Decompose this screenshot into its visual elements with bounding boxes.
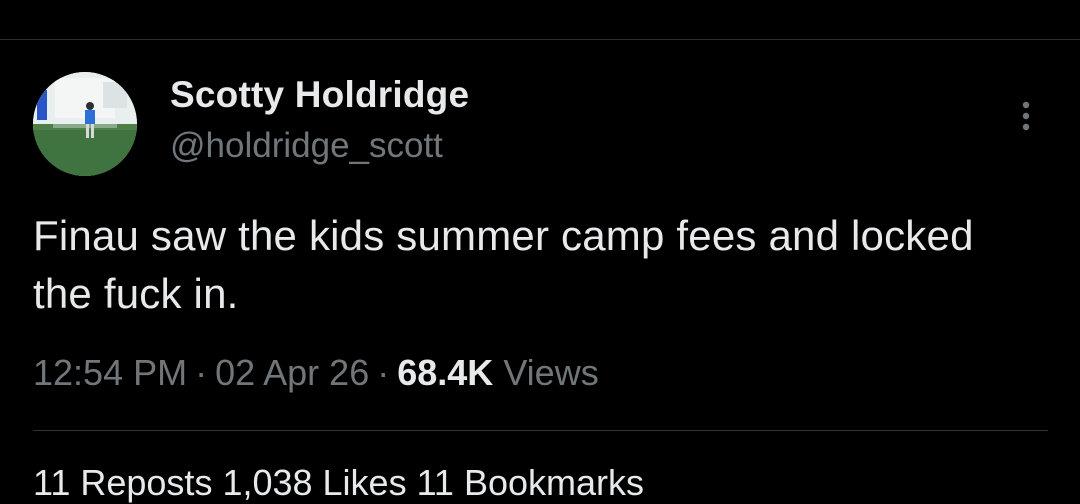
- tweet-meta: 12:54 PM · 02 Apr 26 · 68.4K Views: [33, 352, 599, 394]
- author-display-name[interactable]: Scotty Holdridge: [170, 74, 469, 116]
- top-divider: [0, 39, 1080, 40]
- avatar-photo: [33, 72, 137, 176]
- tweet-time[interactable]: 12:54 PM: [33, 352, 187, 393]
- avatar[interactable]: [33, 72, 137, 176]
- more-vertical-icon: [1022, 101, 1030, 131]
- views-count: 68.4K: [397, 352, 494, 393]
- meta-separator: ·: [377, 352, 390, 393]
- tweet-text: Finau saw the kids summer camp fees and …: [33, 212, 974, 317]
- views-label: Views: [503, 352, 599, 393]
- bottom-divider: [33, 430, 1048, 431]
- author-handle[interactable]: @holdridge_scott: [170, 126, 443, 166]
- tweet-date[interactable]: 02 Apr 26: [215, 352, 369, 393]
- engagement-stats-row[interactable]: 11 Reposts 1,038 Likes 11 Bookmarks: [33, 462, 644, 504]
- meta-separator: ·: [195, 352, 208, 393]
- more-options-button[interactable]: [1008, 96, 1044, 134]
